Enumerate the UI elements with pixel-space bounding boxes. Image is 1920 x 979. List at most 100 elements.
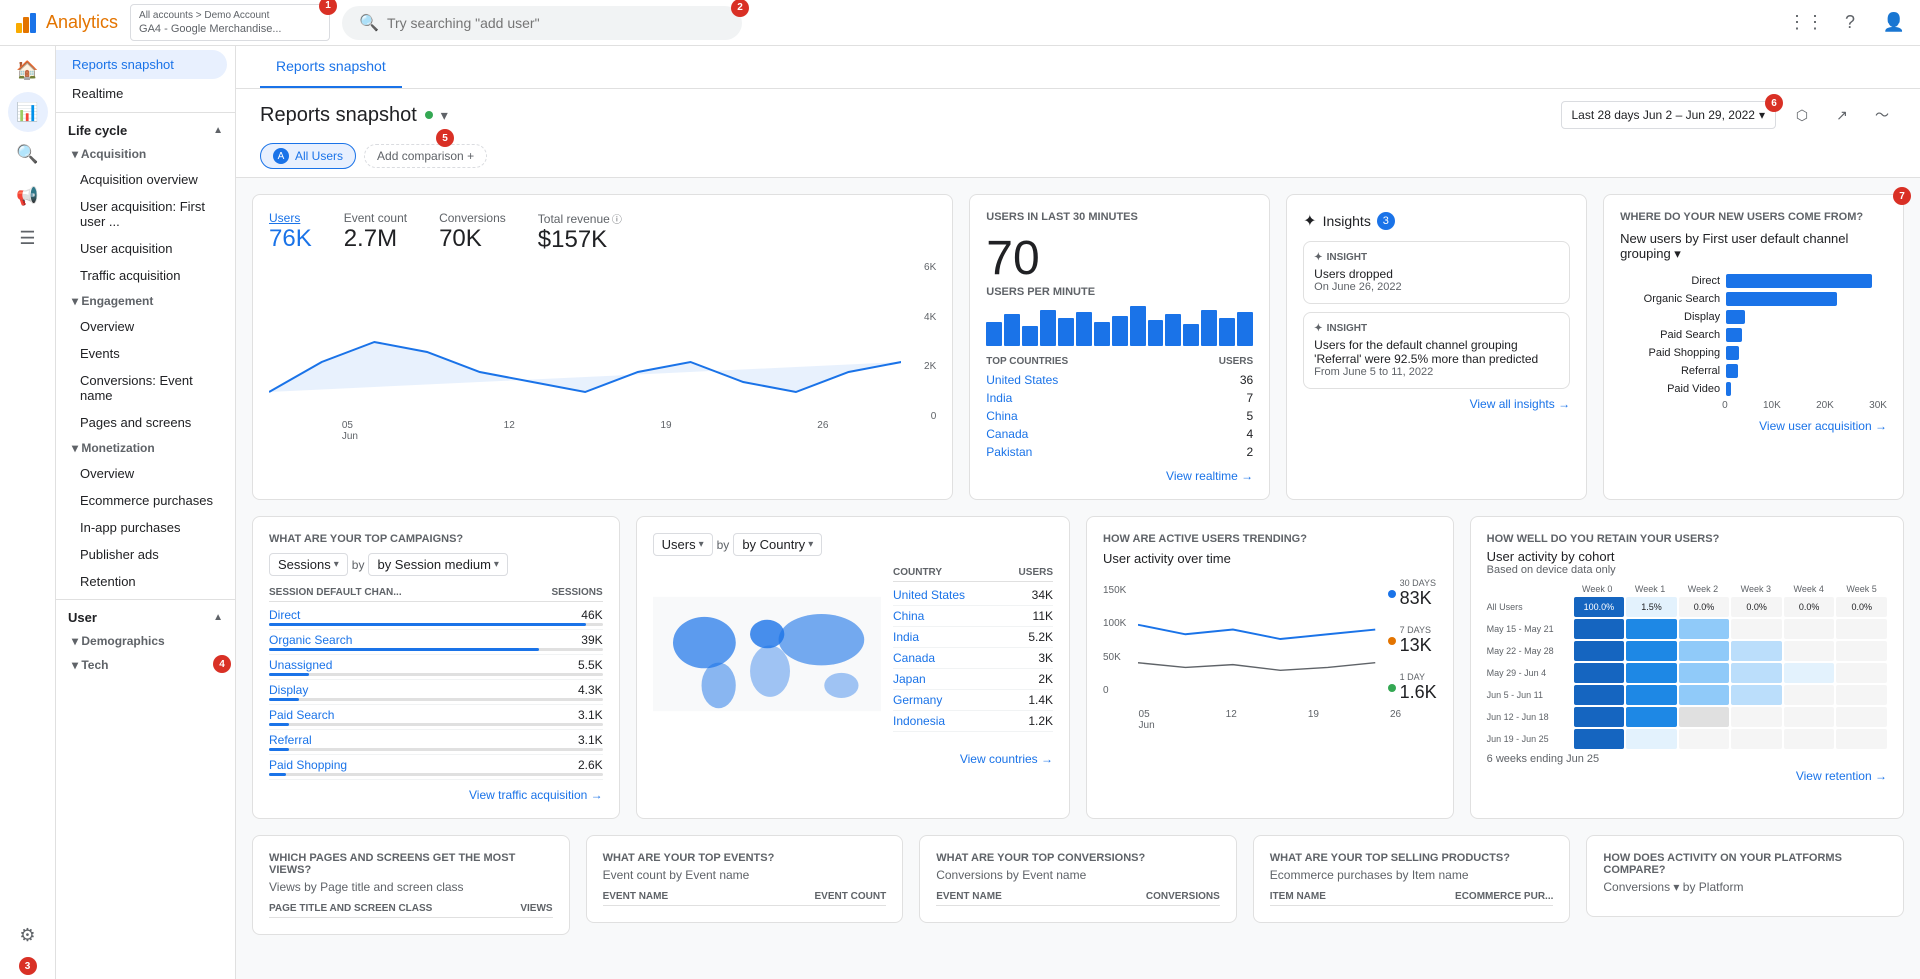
sidebar-item-pages-screens[interactable]: Pages and screens	[56, 409, 235, 436]
channel-label: Direct	[1620, 275, 1720, 287]
filter-chip-all-users[interactable]: A All Users	[260, 143, 356, 169]
sidebar-item-publisher-ads[interactable]: Publisher ads	[56, 541, 235, 568]
country-selector[interactable]: by Country ▾	[733, 533, 822, 556]
nav-settings-icon[interactable]: ⚙	[8, 915, 48, 957]
sidebar-item-monetization-overview[interactable]: Overview	[56, 460, 235, 487]
campaign-channel[interactable]: Paid Search	[269, 708, 334, 722]
country-name[interactable]: Pakistan	[986, 445, 1032, 459]
campaign-channel[interactable]: Organic Search	[269, 633, 352, 647]
cohort-row-label: May 22 - May 28	[1487, 646, 1572, 656]
activity-chart	[1138, 574, 1375, 707]
account-icon[interactable]: 👤	[1880, 9, 1908, 37]
sidebar-subsection-acquisition[interactable]: ▾ Acquisition	[56, 142, 235, 166]
insights-header: ✦ Insights 3	[1303, 211, 1570, 231]
account-name: GA4 - Google Merchandise...	[139, 22, 321, 36]
metric-users-label[interactable]: Users	[269, 211, 312, 225]
cohort-cell	[1784, 685, 1835, 705]
nav-advertising-icon[interactable]: 📢	[8, 176, 48, 216]
activity-y-labels: 150K100K50K0	[1103, 574, 1126, 707]
sidebar-item-user-acquisition[interactable]: User acquisition	[56, 235, 235, 262]
sidebar-section-user[interactable]: User ▲	[56, 604, 235, 629]
sidebar-item-acquisition-overview[interactable]: Acquisition overview	[56, 166, 235, 193]
metric-30d-value: 83K	[1400, 588, 1436, 609]
nav-home-icon[interactable]: 🏠	[8, 50, 48, 90]
sidebar-item-inapp[interactable]: In-app purchases	[56, 514, 235, 541]
campaign-channel[interactable]: Unassigned	[269, 658, 332, 672]
campaign-channel[interactable]: Referral	[269, 733, 312, 747]
map-country[interactable]: Japan	[893, 672, 926, 686]
add-comparison-btn[interactable]: Add comparison +	[364, 144, 487, 168]
insight-1-sub: On June 26, 2022	[1314, 281, 1559, 293]
search-input[interactable]	[387, 15, 725, 31]
date-range-picker[interactable]: Last 28 days Jun 2 – Jun 29, 2022 ▾ 6	[1561, 101, 1777, 129]
cohort-week-header: Week 2	[1678, 584, 1729, 594]
nav-configure-icon[interactable]: ☰	[8, 218, 48, 258]
apps-icon[interactable]: ⋮⋮	[1792, 9, 1820, 37]
campaign-channel[interactable]: Display	[269, 683, 308, 697]
sidebar-subsection-tech[interactable]: ▾ Tech	[56, 653, 235, 677]
sidebar-subsection-engagement[interactable]: ▾ Engagement	[56, 289, 235, 313]
compare-icon[interactable]: 〜	[1868, 101, 1896, 129]
country-name[interactable]: Canada	[986, 427, 1028, 441]
view-all-insights-link[interactable]: View all insights →	[1303, 397, 1570, 411]
cohort-cell	[1731, 685, 1782, 705]
pages-table-header: PAGE TITLE AND SCREEN CLASSVIEWS	[269, 900, 553, 918]
sidebar-item-events[interactable]: Events	[56, 340, 235, 367]
map-country[interactable]: China	[893, 609, 924, 623]
channel-bar-row: Paid Shopping	[1620, 346, 1887, 360]
cohort-data-row: Jun 12 - Jun 18	[1487, 707, 1887, 727]
channel-subtitle[interactable]: New users by First user default channel …	[1620, 231, 1887, 262]
sidebar-item-retention[interactable]: Retention	[56, 568, 235, 595]
nav-reports-icon[interactable]: 📊	[8, 92, 48, 132]
map-country[interactable]: Canada	[893, 651, 935, 665]
view-countries-link[interactable]: View countries →	[653, 752, 1053, 766]
main-layout: 🏠 📊 🔍 📢 ☰ ⚙ 3 Reports snapshot Realtime …	[0, 46, 1920, 979]
activity-chart-title: User activity over time	[1103, 551, 1437, 566]
session-medium-selector[interactable]: by Session medium ▾	[368, 553, 507, 576]
country-name[interactable]: United States	[986, 373, 1058, 387]
country-name[interactable]: China	[986, 409, 1017, 423]
campaign-channel[interactable]: Paid Shopping	[269, 758, 347, 772]
campaign-value: 4.3K	[578, 683, 603, 697]
map-value: 2K	[1038, 672, 1053, 686]
help-icon[interactable]: ?	[1836, 9, 1864, 37]
users-selector[interactable]: Users ▾	[653, 533, 713, 556]
sidebar-item-user-acquisition-first[interactable]: User acquisition: First user ...	[56, 193, 235, 235]
campaign-channel[interactable]: Direct	[269, 608, 300, 622]
search-bar[interactable]: 🔍 2	[342, 6, 742, 40]
share-icon[interactable]: ⬡	[1788, 101, 1816, 129]
sidebar-item-ecommerce[interactable]: Ecommerce purchases	[56, 487, 235, 514]
sidebar-subsection-monetization[interactable]: ▾ Monetization	[56, 436, 235, 460]
table-row: Display 4.3K	[269, 680, 603, 705]
sidebar-item-conversions[interactable]: Conversions: Event name	[56, 367, 235, 409]
map-country[interactable]: Germany	[893, 693, 942, 707]
cohort-row-label: Jun 5 - Jun 11	[1487, 690, 1572, 700]
sidebar-item-realtime[interactable]: Realtime	[56, 79, 227, 108]
tab-reports-snapshot[interactable]: Reports snapshot	[260, 46, 402, 88]
app-logo: Analytics	[12, 9, 118, 37]
map-row: Canada3K	[893, 648, 1053, 669]
view-retention-link[interactable]: View retention →	[1487, 769, 1887, 783]
chart-y-axis: 6K4K2K0	[906, 262, 936, 422]
report-title-dropdown-icon[interactable]: ▾	[441, 107, 448, 124]
sidebar-item-traffic-acquisition[interactable]: Traffic acquisition	[56, 262, 235, 289]
map-country[interactable]: India	[893, 630, 919, 644]
sidebar-item-reports-snapshot[interactable]: Reports snapshot	[56, 50, 227, 79]
map-country[interactable]: United States	[893, 588, 965, 602]
realtime-bars	[986, 306, 1253, 346]
country-name[interactable]: India	[986, 391, 1012, 405]
view-realtime-link[interactable]: View realtime →	[986, 469, 1253, 483]
cohort-cell	[1626, 707, 1677, 727]
map-country[interactable]: Indonesia	[893, 714, 945, 728]
sidebar-item-engagement-overview[interactable]: Overview	[56, 313, 235, 340]
sidebar-subsection-demographics[interactable]: ▾ Demographics	[56, 629, 235, 653]
map-value: 11K	[1033, 609, 1053, 623]
export-icon[interactable]: ↗	[1828, 101, 1856, 129]
account-selector[interactable]: All accounts > Demo Account GA4 - Google…	[130, 4, 330, 41]
sessions-selector[interactable]: Sessions ▾	[269, 553, 348, 576]
channel-bar	[1726, 364, 1738, 378]
sidebar-section-lifecycle[interactable]: Life cycle ▲	[56, 117, 235, 142]
view-user-acquisition-link[interactable]: View user acquisition →	[1620, 419, 1887, 433]
nav-explore-icon[interactable]: 🔍	[8, 134, 48, 174]
view-traffic-link[interactable]: View traffic acquisition →	[269, 788, 603, 802]
